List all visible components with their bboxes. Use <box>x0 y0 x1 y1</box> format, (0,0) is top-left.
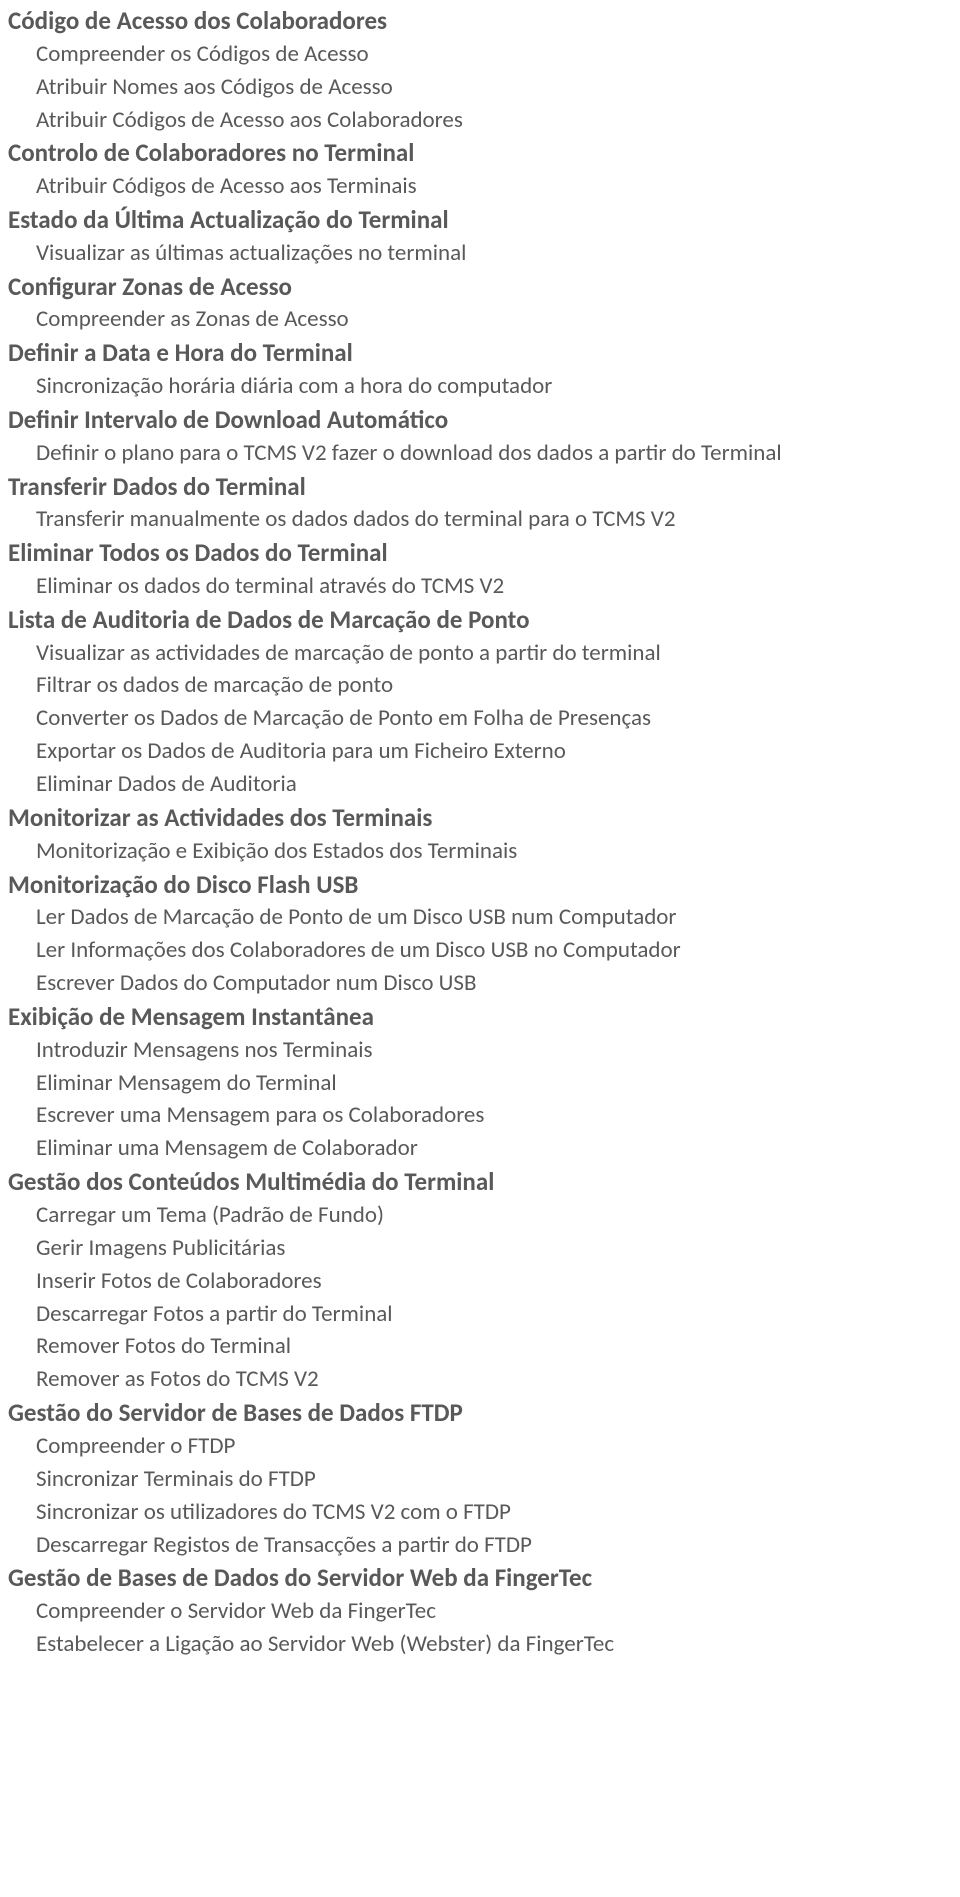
toc-subitem: Monitorização e Exibição dos Estados dos… <box>8 835 952 868</box>
toc-subitem: Converter os Dados de Marcação de Ponto … <box>8 702 952 735</box>
toc-heading: Estado da Última Actualização do Termina… <box>8 203 952 237</box>
toc-heading: Monitorização do Disco Flash USB <box>8 868 952 902</box>
toc-subitem: Atribuir Nomes aos Códigos de Acesso <box>8 71 952 104</box>
toc-heading: Controlo de Colaboradores no Terminal <box>8 136 952 170</box>
toc-subitem: Exportar os Dados de Auditoria para um F… <box>8 735 952 768</box>
toc-heading: Eliminar Todos os Dados do Terminal <box>8 536 952 570</box>
toc-subitem: Definir o plano para o TCMS V2 fazer o d… <box>8 437 952 470</box>
toc-subitem: Descarregar Registos de Transacções a pa… <box>8 1529 952 1562</box>
toc-heading: Exibição de Mensagem Instantânea <box>8 1000 952 1034</box>
toc-subitem: Inserir Fotos de Colaboradores <box>8 1265 952 1298</box>
toc-subitem: Remover as Fotos do TCMS V2 <box>8 1363 952 1396</box>
toc-subitem: Eliminar Dados de Auditoria <box>8 768 952 801</box>
toc-heading: Lista de Auditoria de Dados de Marcação … <box>8 603 952 637</box>
toc-subitem: Eliminar os dados do terminal através do… <box>8 570 952 603</box>
toc-subitem: Visualizar as últimas actualizações no t… <box>8 237 952 270</box>
toc-subitem: Compreender os Códigos de Acesso <box>8 38 952 71</box>
toc-subitem: Carregar um Tema (Padrão de Fundo) <box>8 1199 952 1232</box>
toc-subitem: Atribuir Códigos de Acesso aos Terminais <box>8 170 952 203</box>
toc-subitem: Filtrar os dados de marcação de ponto <box>8 669 952 702</box>
toc-subitem: Sincronizar os utilizadores do TCMS V2 c… <box>8 1496 952 1529</box>
toc-subitem: Gerir Imagens Publicitárias <box>8 1232 952 1265</box>
toc-heading: Configurar Zonas de Acesso <box>8 270 952 304</box>
toc-subitem: Visualizar as actividades de marcação de… <box>8 637 952 670</box>
toc-subitem: Escrever uma Mensagem para os Colaborado… <box>8 1099 952 1132</box>
toc-page: Código de Acesso dos ColaboradoresCompre… <box>0 0 960 1681</box>
toc-subitem: Eliminar Mensagem do Terminal <box>8 1067 952 1100</box>
toc-subitem: Introduzir Mensagens nos Terminais <box>8 1034 952 1067</box>
toc-subitem: Atribuir Códigos de Acesso aos Colaborad… <box>8 104 952 137</box>
toc-heading: Gestão de Bases de Dados do Servidor Web… <box>8 1561 952 1595</box>
toc-subitem: Remover Fotos do Terminal <box>8 1330 952 1363</box>
toc-subitem: Eliminar uma Mensagem de Colaborador <box>8 1132 952 1165</box>
toc-heading: Código de Acesso dos Colaboradores <box>8 4 952 38</box>
toc-heading: Gestão do Servidor de Bases de Dados FTD… <box>8 1396 952 1430</box>
toc-subitem: Ler Dados de Marcação de Ponto de um Dis… <box>8 901 952 934</box>
toc-subitem: Ler Informações dos Colaboradores de um … <box>8 934 952 967</box>
toc-subitem: Compreender o Servidor Web da FingerTec <box>8 1595 952 1628</box>
toc-heading: Gestão dos Conteúdos Multimédia do Termi… <box>8 1165 952 1199</box>
toc-heading: Definir a Data e Hora do Terminal <box>8 336 952 370</box>
toc-subitem: Compreender as Zonas de Acesso <box>8 303 952 336</box>
toc-subitem: Estabelecer a Ligação ao Servidor Web (W… <box>8 1628 952 1661</box>
toc-subitem: Sincronizar Terminais do FTDP <box>8 1463 952 1496</box>
toc-subitem: Descarregar Fotos a partir do Terminal <box>8 1298 952 1331</box>
toc-heading: Transferir Dados do Terminal <box>8 470 952 504</box>
toc-heading: Definir Intervalo de Download Automático <box>8 403 952 437</box>
toc-heading: Monitorizar as Actividades dos Terminais <box>8 801 952 835</box>
toc-subitem: Transferir manualmente os dados dados do… <box>8 503 952 536</box>
toc-subitem: Compreender o FTDP <box>8 1430 952 1463</box>
toc-subitem: Escrever Dados do Computador num Disco U… <box>8 967 952 1000</box>
toc-subitem: Sincronização horária diária com a hora … <box>8 370 952 403</box>
